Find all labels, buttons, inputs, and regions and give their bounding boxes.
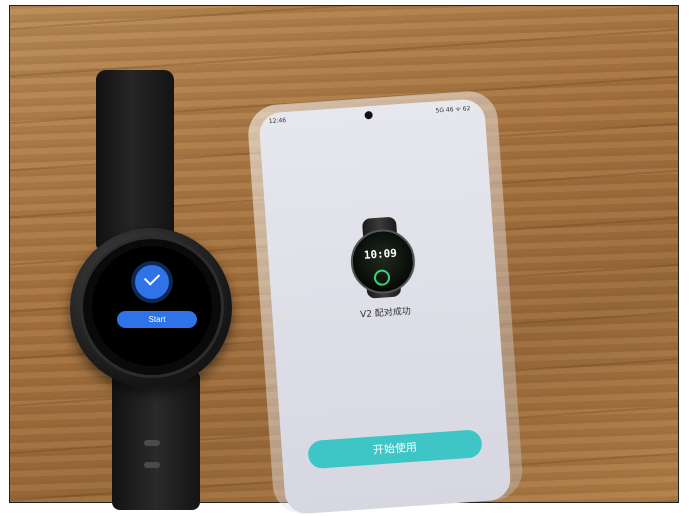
start-use-button[interactable]: 开始使用 [307,429,483,470]
watch-screen [92,246,212,366]
phone-screen: 12:46 5G 46 ᯤ 62 10:09 V2 配对成功 开始使用 [258,98,512,515]
pair-success-text: V2 配对成功 [359,306,412,321]
status-time: 12:46 [268,116,287,126]
strap-hole [144,440,160,446]
paired-watch-image: 10:09 [348,216,418,300]
status-indicators: 5G 46 ᯤ 62 [435,105,471,115]
watch-strap-top [96,70,174,250]
watch-start-button[interactable]: Start [117,311,197,328]
front-camera [364,110,373,120]
strap-hole [144,462,160,468]
